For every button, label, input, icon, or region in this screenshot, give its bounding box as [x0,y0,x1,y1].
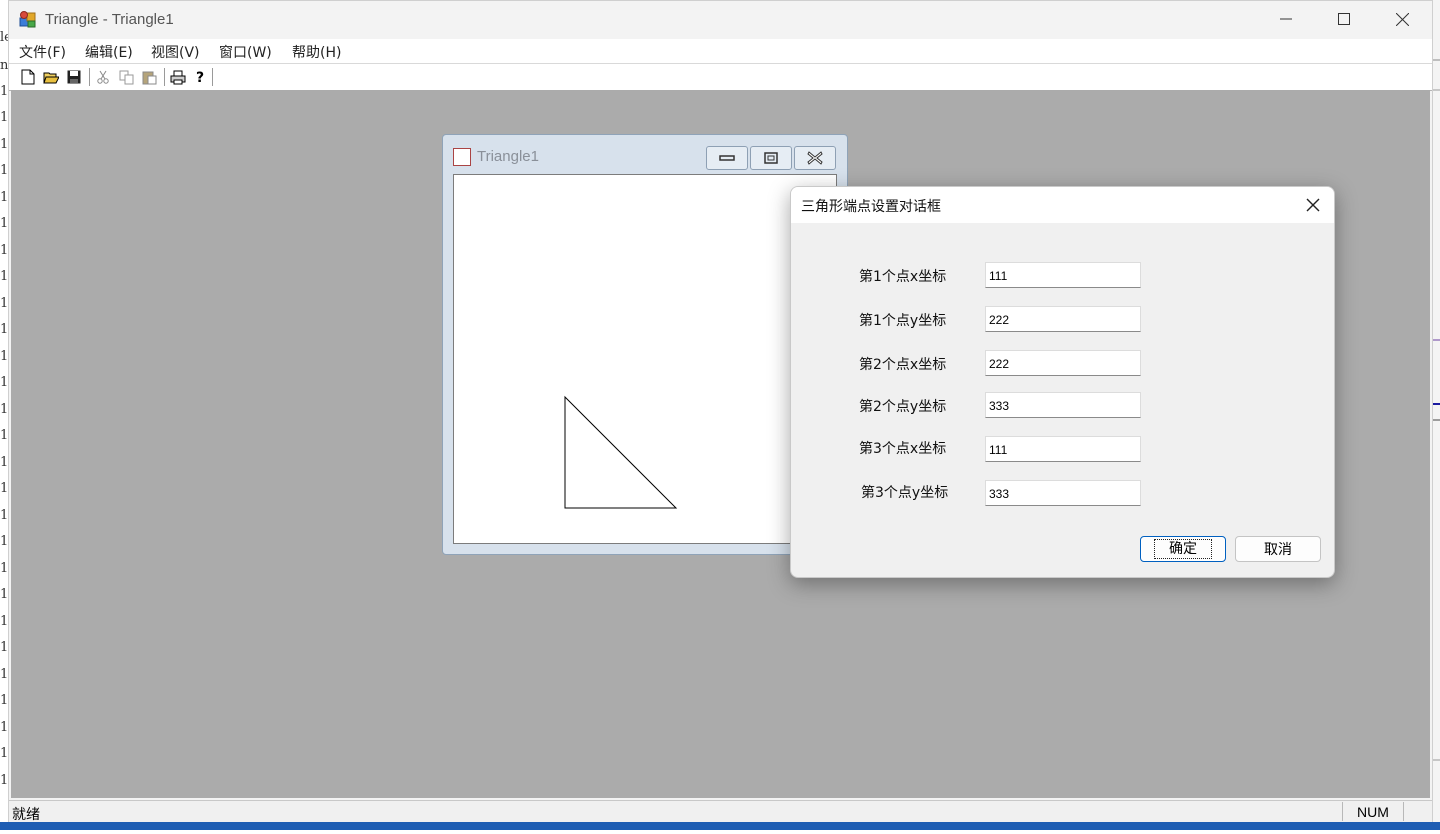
point1-y-label: 第1个点y坐标 [859,313,947,329]
dialog-title-bar[interactable]: 三角形端点设置对话框 [791,187,1334,223]
new-icon [21,69,35,85]
paste-button[interactable] [140,68,158,86]
triangle-shape [564,395,678,509]
maximize-button[interactable] [1315,1,1373,37]
menu-help[interactable]: 帮助(H) [292,42,341,62]
copy-icon [119,70,133,84]
point3-y-label: 第3个点y坐标 [861,485,949,501]
print-button[interactable] [169,68,187,86]
window-title: Triangle - Triangle1 [45,11,174,28]
help-icon: ? [196,70,204,85]
point1-x-input[interactable] [985,262,1141,288]
cut-button[interactable] [94,68,112,86]
document-icon [453,148,471,166]
toolbar: ? [9,63,1432,91]
ok-button[interactable]: 确定 [1140,536,1226,562]
close-icon [807,151,823,165]
copy-button[interactable] [117,68,135,86]
point3-y-input[interactable] [985,480,1141,506]
close-icon [1395,12,1409,26]
point3-x-label: 第3个点x坐标 [859,441,947,457]
point2-y-input[interactable] [985,392,1141,418]
point1-x-label: 第1个点x坐标 [859,269,947,285]
triangle-endpoint-dialog: 三角形端点设置对话框 第1个点x坐标 第1个点y坐标 第2个点x坐标 第2个点y… [790,186,1335,578]
cut-icon [97,70,109,84]
open-icon [43,72,59,84]
title-bar[interactable]: Triangle - Triangle1 [9,1,1432,37]
close-button[interactable] [1373,1,1431,37]
menu-window[interactable]: 窗口(W) [219,42,272,62]
maximize-icon [1338,13,1350,25]
restore-icon [764,152,778,164]
paste-icon [142,71,156,84]
app-icon [19,10,37,28]
ok-button-label: 确定 [1154,539,1212,559]
child-minimize-button[interactable] [706,146,748,170]
close-icon [1306,198,1320,212]
svg-text:?: ? [196,70,204,85]
minimize-icon [1280,18,1292,20]
point1-y-input[interactable] [985,306,1141,332]
toolbar-separator [164,68,165,86]
dialog-title: 三角形端点设置对话框 [801,199,941,215]
menu-view[interactable]: 视图(V) [151,42,200,62]
menu-file[interactable]: 文件(F) [19,42,66,62]
save-icon [67,70,81,84]
point3-x-input[interactable] [985,436,1141,462]
status-text: 就绪 [12,807,40,823]
minimize-button[interactable] [1257,1,1315,37]
point2-x-input[interactable] [985,350,1141,376]
child-window[interactable]: Triangle1 [442,134,848,555]
point2-x-label: 第2个点x坐标 [859,357,947,373]
child-restore-button[interactable] [750,146,792,170]
menu-bar: 文件(F) 编辑(E) 视图(V) 窗口(W) 帮助(H) [9,39,1432,63]
save-button[interactable] [65,68,83,86]
dialog-close-button[interactable] [1297,193,1329,217]
toolbar-separator [89,68,90,86]
new-button[interactable] [19,68,37,86]
drawing-canvas[interactable] [453,174,837,544]
help-button[interactable]: ? [192,68,210,86]
status-bar: 就绪 NUM [9,800,1432,824]
taskbar-strip [0,822,1440,830]
open-button[interactable] [42,68,60,86]
cancel-button[interactable]: 取消 [1235,536,1321,562]
minimize-icon [719,155,735,161]
num-lock-indicator: NUM [1342,802,1404,821]
point2-y-label: 第2个点y坐标 [859,399,947,415]
child-close-button[interactable] [794,146,836,170]
print-icon [170,70,186,84]
toolbar-separator [212,68,213,86]
triangle-drawing [564,395,678,509]
child-window-title: Triangle1 [477,148,539,165]
menu-edit[interactable]: 编辑(E) [85,42,133,62]
